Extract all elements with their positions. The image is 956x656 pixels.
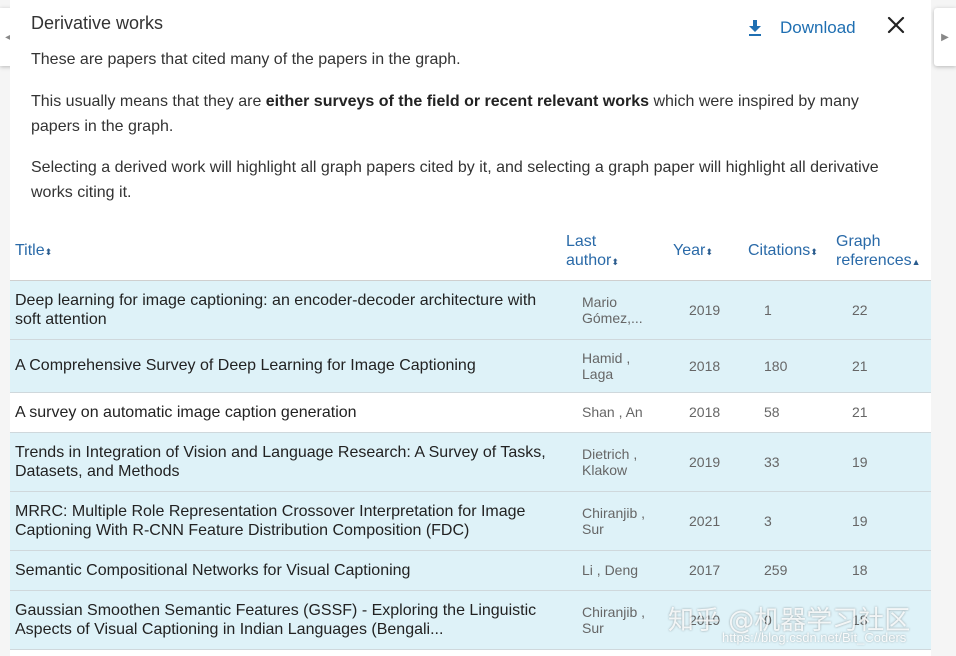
download-button[interactable]: Download [748,18,856,38]
paper-title: A survey on automatic image caption gene… [15,404,357,421]
column-header-label: Citations [748,242,811,259]
description-emphasis: either surveys of the field or recent re… [265,93,650,110]
close-button[interactable] [885,14,907,36]
paper-year: 2019 [689,302,721,318]
paper-title: Gaussian Smoothen Semantic Features (GSS… [15,602,537,638]
table-header: Title⬍ Last author⬍ Year⬍ Citations⬍ Gra… [10,230,931,282]
panel-title: Derivative works [31,13,164,33]
paper-year: 2017 [689,562,721,578]
paper-citations: 259 [764,562,788,578]
download-icon [749,20,761,36]
table-row[interactable]: MRRC: Multiple Role Representation Cross… [10,492,931,551]
paper-citations: 180 [764,358,788,374]
sort-ascending-icon: ▲ [911,257,921,267]
sort-icon: ⬍ [611,257,619,267]
description-intro: These are papers that cited many of the … [31,51,461,68]
table-row[interactable]: Deep learning for image captioning: an e… [10,281,931,340]
paper-citations: 58 [764,404,780,420]
triangle-right-icon: ▶ [941,31,949,43]
paper-title: Deep learning for image captioning: an e… [15,292,537,328]
column-header-graph-references[interactable]: Graph references▲ [836,232,921,272]
paper-last-author: Li , Deng [582,562,639,578]
paper-title: A Comprehensive Survey of Deep Learning … [15,357,476,374]
paper-citations: 1 [764,302,772,318]
close-icon [887,16,905,34]
paper-graph-references: 19 [852,454,868,470]
paper-citations: 33 [764,454,780,470]
paper-graph-references: 18 [852,562,868,578]
download-label: Download [780,18,856,37]
column-header-label: references [836,252,912,269]
paper-last-author: Mario Gómez,... [582,294,643,326]
paper-year: 2018 [689,404,721,420]
paper-last-author: Chiranjib , Sur [582,505,646,537]
paper-year: 2019 [689,454,721,470]
column-header-last-author[interactable]: Last author⬍ [566,232,619,272]
column-header-year[interactable]: Year⬍ [673,241,713,262]
description-text: This usually means that they are [31,93,266,110]
sort-icon: ⬍ [810,247,818,257]
paper-last-author: Chiranjib , Sur [582,604,646,636]
next-arrow-button[interactable]: ▶ [934,8,956,66]
table-row[interactable]: A survey on automatic image caption gene… [10,393,931,433]
paper-last-author: Dietrich , Klakow [582,446,638,478]
table-row[interactable]: A Comprehensive Survey of Deep Learning … [10,340,931,393]
paper-year: 2021 [689,513,721,529]
paper-last-author: Hamid , Laga [582,350,631,382]
column-header-title[interactable]: Title⬍ [15,241,52,262]
paper-graph-references: 19 [852,513,868,529]
sort-icon: ⬍ [44,247,53,257]
derivative-works-panel: Derivative works Download These are pape… [10,0,931,656]
paper-last-author: Shan , An [582,404,643,420]
column-header-label: Last [566,233,597,250]
paper-graph-references: 21 [852,404,868,420]
table-row[interactable]: Trends in Integration of Vision and Lang… [10,433,931,492]
derivative-works-view: ◀ ▶ Derivative works Download These are … [0,0,956,656]
watermark-url: https://blog.csdn.net/Bit_Coders [722,630,907,645]
paper-title: Trends in Integration of Vision and Lang… [15,444,546,480]
description-surveys: This usually means that they are either … [31,89,881,139]
paper-graph-references: 22 [852,302,868,318]
description-selection-help: Selecting a derived work will highlight … [31,159,879,201]
column-header-label: Title [15,242,45,259]
paper-graph-references: 21 [852,358,868,374]
paper-title: MRRC: Multiple Role Representation Cross… [15,503,526,539]
table-body: Deep learning for image captioning: an e… [10,281,931,650]
column-header-label: author [566,252,612,269]
column-header-label: Year [673,242,706,259]
sort-icon: ⬍ [705,247,713,257]
paper-year: 2018 [689,358,721,374]
table-row[interactable]: Semantic Compositional Networks for Visu… [10,551,931,591]
column-header-label: Graph [836,233,881,250]
paper-citations: 3 [764,513,772,529]
column-header-citations[interactable]: Citations⬍ [748,241,818,262]
paper-title: Semantic Compositional Networks for Visu… [15,562,411,579]
